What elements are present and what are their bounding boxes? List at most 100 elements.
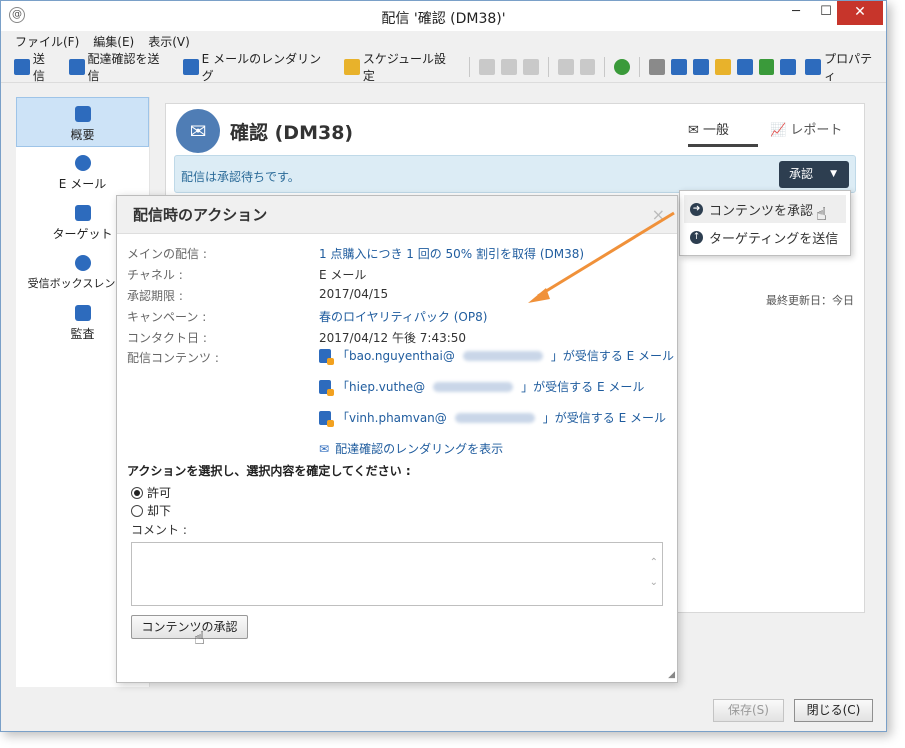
inbox-rendering-icon: [74, 255, 91, 271]
toolbar-separator: [639, 56, 641, 77]
tab-general[interactable]: ✉ 一般: [688, 119, 758, 147]
comment-textarea[interactable]: ⌃ ⌄: [131, 542, 663, 606]
send-proof-label: 配達確認を送信: [87, 51, 160, 83]
redo-icon[interactable]: [579, 58, 596, 75]
tab-general-label: 一般: [703, 123, 730, 138]
dialog-close-button[interactable]: ×: [652, 196, 665, 234]
content-link-1[interactable]: 「bao.nguyenthai@ 」が受信する E メール: [319, 347, 675, 365]
content-pre-3: 「vinh.phamvan@: [337, 411, 447, 425]
tab-report-label: レポート: [790, 123, 843, 138]
properties-button[interactable]: プロパティ: [802, 48, 886, 86]
toolbar-separator: [547, 56, 549, 77]
content-link-2[interactable]: 「hiep.vuthe@ 」が受信する E メール: [319, 378, 645, 396]
save-button[interactable]: 保存(S): [713, 699, 784, 722]
main-delivery-link[interactable]: 1 点購入につき 1 回の 50% 割引を取得 (DM38): [319, 245, 584, 262]
approve-label: 承認: [789, 167, 814, 181]
sidebar-item-label: 概要: [70, 128, 95, 142]
copy-icon[interactable]: [479, 58, 496, 75]
email-icon: [74, 155, 91, 171]
minimize-button[interactable]: ─: [781, 1, 811, 25]
undo-icon[interactable]: [557, 58, 574, 75]
properties-icon: [805, 58, 822, 75]
radio-reject-dot: [131, 504, 143, 517]
schedule-button[interactable]: スケジュール設定: [341, 48, 460, 86]
envelope-icon: ✉: [176, 109, 220, 153]
radio-allow-label: 許可: [147, 486, 172, 500]
close-button[interactable]: 閉じる(C): [794, 699, 873, 722]
radio-reject-label: 却下: [147, 504, 172, 518]
email-content-icon: [319, 410, 334, 427]
sidebar-item-overview[interactable]: 概要: [16, 97, 149, 147]
status-text: 配信は承認待ちです。: [181, 170, 300, 184]
radio-allow-dot: [131, 486, 143, 499]
main-delivery-label: メインの配信 :: [127, 247, 207, 261]
content-post-1: 」が受信する E メール: [550, 349, 675, 363]
deadline-label: 承認期限 :: [127, 289, 183, 303]
radio-reject[interactable]: 却下: [131, 502, 171, 519]
calendar-icon: [343, 58, 360, 75]
last-update: 最終更新日：今日: [766, 294, 854, 307]
tracking-icon[interactable]: [736, 58, 753, 75]
paste-icon[interactable]: [522, 58, 539, 75]
link-icon[interactable]: [671, 58, 687, 75]
channel-value: E メール: [319, 268, 367, 282]
send-targeting-item[interactable]: ↑ ターゲティングを送信: [684, 223, 846, 251]
arrow-up-icon: ↑: [690, 230, 703, 244]
main-window: @ 配信 '確認 (DM38)' ─ ☐ ✕ ファイル(F) 編集(E) 表示(…: [0, 0, 887, 732]
schedule-label: スケジュール設定: [362, 51, 446, 83]
email-rendering-label: E メールのレンダリング: [201, 51, 322, 83]
properties-label: プロパティ: [824, 51, 873, 83]
render-proof-link[interactable]: ✉ 配達確認のレンダリングを表示: [319, 440, 503, 457]
approve-content-button[interactable]: コンテンツの承認: [131, 615, 248, 639]
cut-icon[interactable]: [501, 58, 517, 75]
send-targeting-label: ターゲティングを送信: [709, 231, 839, 247]
envelope-small-icon: ✉: [319, 441, 330, 456]
dialog-title-text: 配信時のアクション: [133, 206, 268, 224]
send-button[interactable]: 送信: [11, 48, 60, 86]
action-dialog: 配信時のアクション × メインの配信 : 1 点購入につき 1 回の 50% 割…: [116, 195, 678, 683]
chevron-down-icon: ▼: [830, 169, 837, 179]
scroll-down-icon[interactable]: ⌄: [650, 577, 658, 588]
send-label: 送信: [32, 51, 45, 83]
sidebar-item-label: E メール: [58, 177, 107, 191]
contact-date-label: コンタクト日 :: [127, 331, 207, 345]
toolbar: 送信 配達確認を送信 E メールのレンダリング スケジュール設定 プロパティ: [1, 51, 886, 83]
campaign-label: キャンペーン :: [127, 310, 207, 324]
action-prompt: アクションを選択し、選択内容を確定してください :: [127, 464, 411, 478]
campaign-link[interactable]: 春のロイヤリティパック (OP8): [319, 308, 487, 325]
arrow-right-icon: ➜: [690, 202, 703, 216]
scroll-up-icon[interactable]: ⌃: [650, 557, 658, 568]
delivery-content-label: 配信コンテンツ :: [127, 351, 219, 365]
window-title: 配信 '確認 (DM38)': [381, 11, 506, 27]
sidebar-item-email[interactable]: E メール: [16, 147, 149, 197]
refresh-icon[interactable]: [614, 58, 631, 75]
calculator-icon[interactable]: [758, 58, 775, 75]
comment-label: コメント :: [131, 523, 187, 537]
content-post-3: 」が受信する E メール: [542, 411, 667, 425]
radio-allow[interactable]: 許可: [131, 484, 171, 501]
redacted-domain: [454, 412, 535, 423]
tab-report[interactable]: 📈 レポート: [770, 119, 842, 144]
toolbar-separator: [469, 56, 471, 77]
hand-cursor-icon: ☝: [194, 628, 205, 649]
content-link-3[interactable]: 「vinh.phamvan@ 」が受信する E メール: [319, 409, 667, 427]
approve-button[interactable]: 承認 ▼: [779, 161, 849, 188]
content-pre-1: 「bao.nguyenthai@: [337, 349, 455, 363]
offer-icon[interactable]: [692, 58, 709, 75]
content-pre-2: 「hiep.vuthe@: [337, 380, 426, 394]
email-rendering-button[interactable]: E メールのレンダリング: [180, 48, 335, 86]
audit-icon: [74, 305, 91, 321]
gift-icon[interactable]: [714, 58, 731, 75]
approval-icon[interactable]: [780, 58, 797, 75]
send-proof-icon: [68, 58, 85, 75]
redacted-domain: [433, 381, 514, 392]
resize-grip-icon[interactable]: ◢: [668, 670, 675, 680]
send-proof-button[interactable]: 配達確認を送信: [66, 48, 174, 86]
close-window-button[interactable]: ✕: [837, 1, 883, 25]
render-proof-label: 配達確認のレンダリングを表示: [335, 442, 504, 456]
attachment-icon[interactable]: [649, 58, 666, 75]
redacted-domain: [462, 350, 543, 361]
email-content-icon: [319, 348, 334, 365]
toolbar-separator: [604, 56, 606, 77]
content-post-2: 」が受信する E メール: [521, 380, 645, 394]
